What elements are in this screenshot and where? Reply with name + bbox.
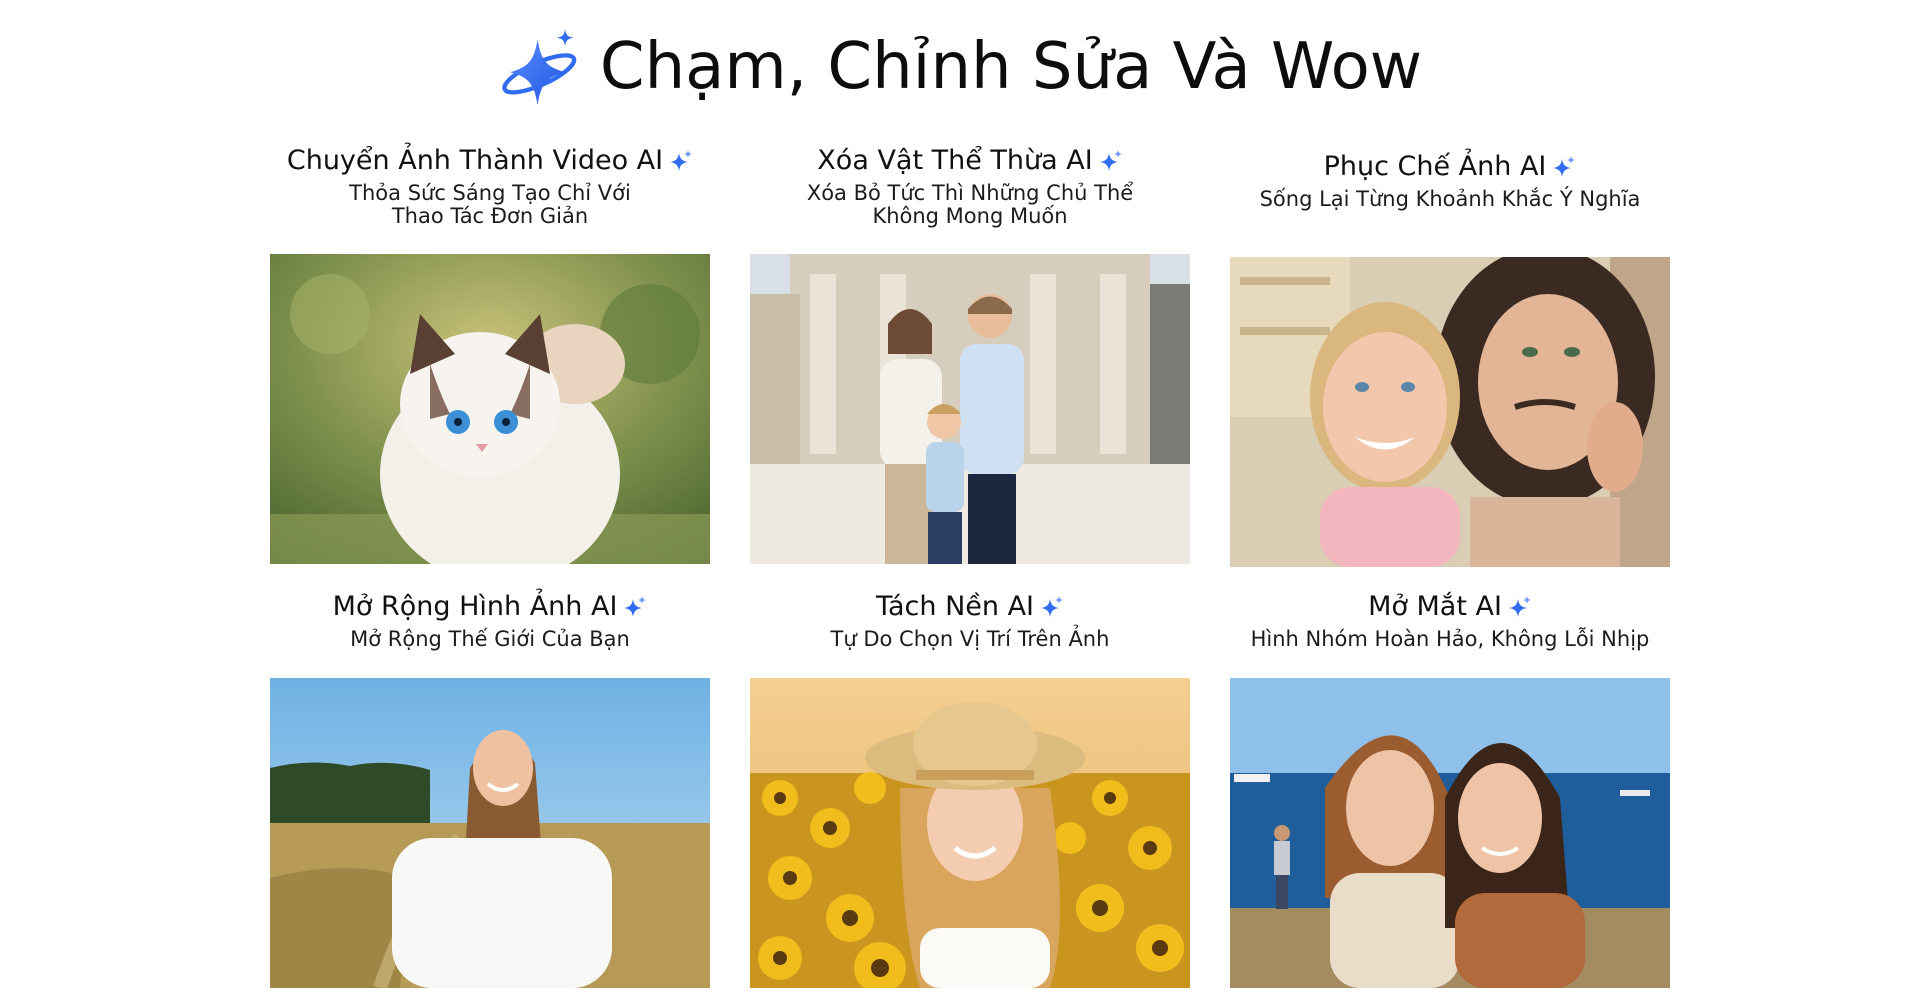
feature-subtitle: Xóa Bỏ Tức Thì Những Chủ Thể Không Mong … bbox=[806, 181, 1134, 228]
feature-title: Tách Nền AI bbox=[875, 591, 1035, 622]
girl-sunflowers-photo[interactable] bbox=[750, 678, 1190, 988]
ragdoll-cat-photo[interactable] bbox=[270, 254, 710, 564]
feature-title: Mở Rộng Hình Ảnh AI bbox=[332, 591, 618, 622]
sparkle-icon bbox=[1553, 156, 1576, 177]
feature-subtitle: Mở Rộng Thế Giới Của Bạn bbox=[350, 627, 630, 651]
sparkle-icon bbox=[624, 596, 647, 617]
sparkle-icon bbox=[670, 150, 693, 171]
sparkle-icon bbox=[1041, 596, 1064, 617]
feature-card-open-eyes[interactable]: Mở Mắt AI Hình Nhóm Hoàn Hảo, Không Lỗi … bbox=[1230, 590, 1670, 651]
feature-card-background-remove[interactable]: Tách Nền AI Tự Do Chọn Vị Trí Trên Ảnh bbox=[750, 590, 1190, 651]
family-in-plaza-photo[interactable] bbox=[750, 254, 1190, 564]
feature-card-image-expand[interactable]: Mở Rộng Hình Ảnh AI Mở Rộng Thế Giới Của… bbox=[270, 590, 710, 651]
girl-in-field-photo[interactable] bbox=[270, 678, 710, 988]
feature-title: Chuyển Ảnh Thành Video AI bbox=[286, 145, 664, 176]
feature-subtitle: Tự Do Chọn Vị Trí Trên Ảnh bbox=[830, 627, 1110, 651]
two-women-seaside-photo[interactable] bbox=[1230, 678, 1670, 988]
page-header: Chạm, Chỉnh Sửa Và Wow bbox=[0, 22, 1920, 112]
feature-title: Phục Chế Ảnh AI bbox=[1323, 151, 1547, 182]
feature-subtitle: Hình Nhóm Hoàn Hảo, Không Lỗi Nhịp bbox=[1250, 627, 1650, 651]
feature-card-image-to-video[interactable]: Chuyển Ảnh Thành Video AI Thỏa Sức Sáng … bbox=[270, 144, 710, 228]
sparkle-icon bbox=[1508, 596, 1531, 617]
mother-daughter-selfie-photo[interactable] bbox=[1230, 257, 1670, 567]
feature-card-photo-restore[interactable]: Phục Chế Ảnh AI Sống Lại Từng Khoảnh Khắ… bbox=[1230, 150, 1670, 211]
feature-title: Xóa Vật Thể Thừa AI bbox=[817, 145, 1093, 176]
feature-title: Mở Mắt AI bbox=[1368, 591, 1502, 622]
page-title: Chạm, Chỉnh Sửa Và Wow bbox=[599, 30, 1423, 104]
sparkle-orbit-icon bbox=[502, 29, 577, 105]
feature-subtitle: Sống Lại Từng Khoảnh Khắc Ý Nghĩa bbox=[1259, 187, 1641, 211]
feature-card-object-removal[interactable]: Xóa Vật Thể Thừa AI Xóa Bỏ Tức Thì Những… bbox=[750, 144, 1190, 228]
sparkle-icon bbox=[1099, 150, 1122, 171]
feature-subtitle: Thỏa Sức Sáng Tạo Chỉ Với Thao Tác Đơn G… bbox=[349, 181, 631, 228]
